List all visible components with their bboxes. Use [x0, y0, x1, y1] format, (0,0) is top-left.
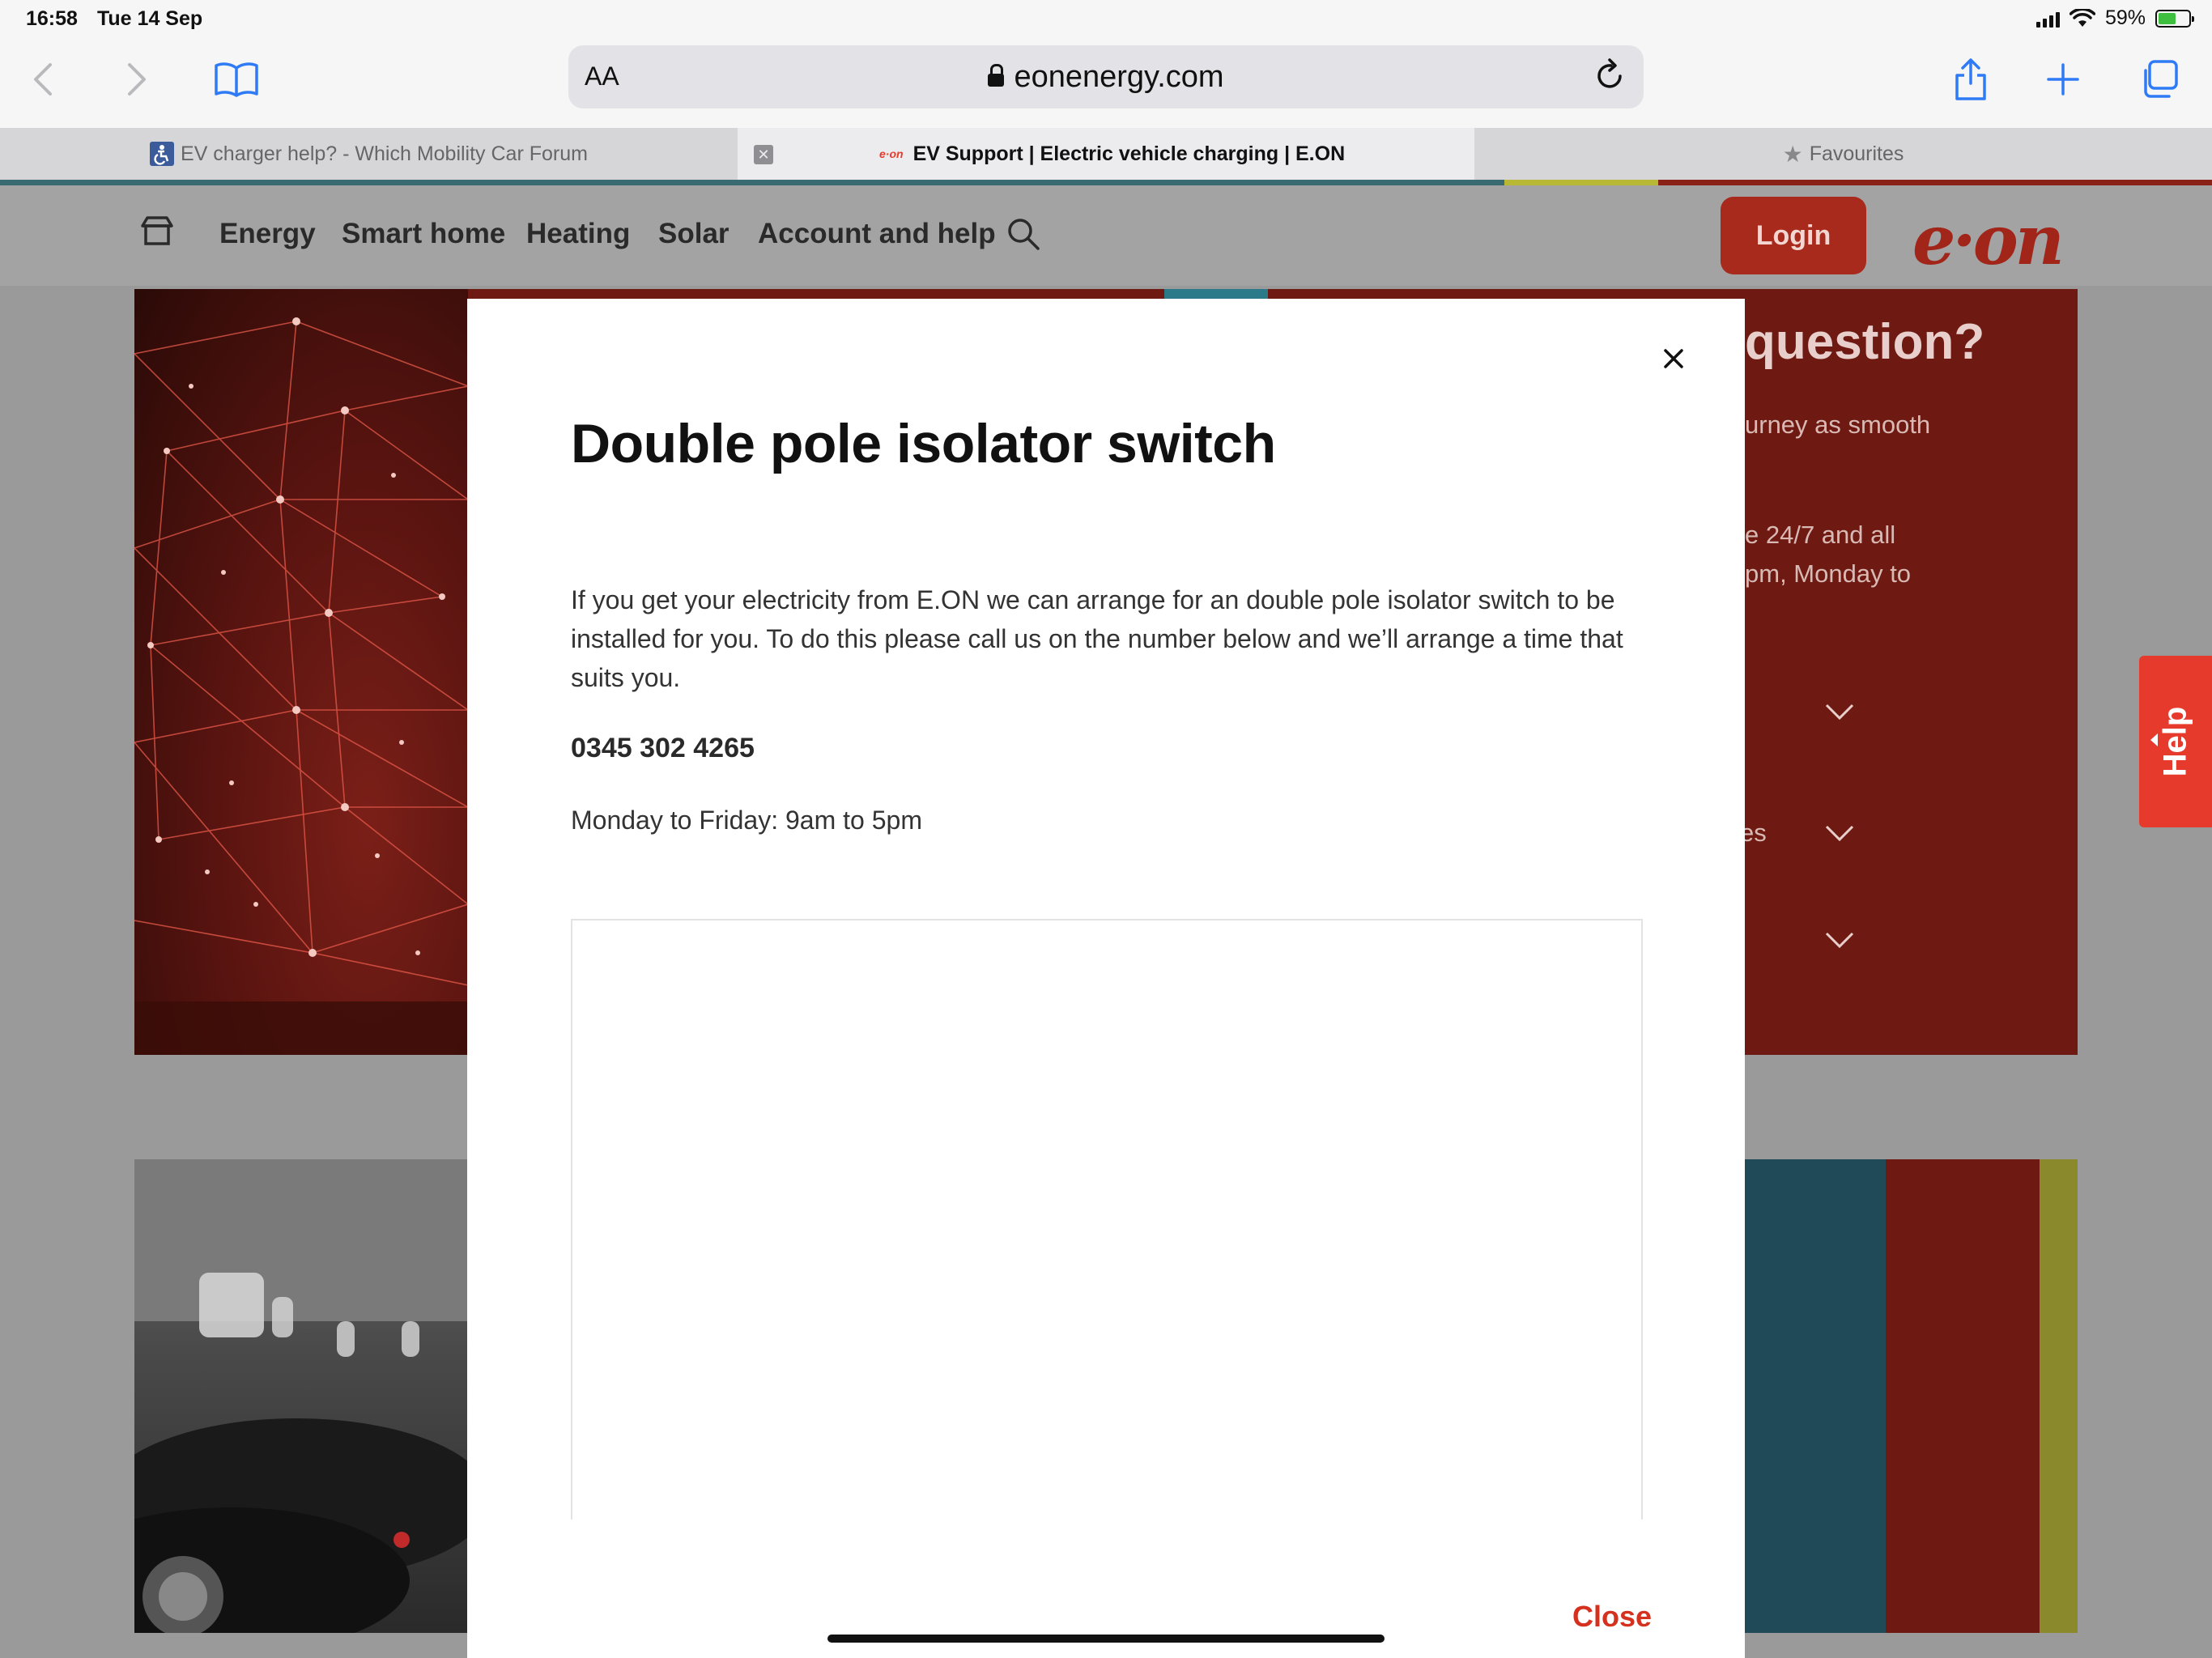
close-tab-icon[interactable]: ✕ — [754, 145, 773, 164]
battery-icon — [2155, 9, 2194, 28]
status-indicators: 59% — [2035, 6, 2194, 30]
isolator-switch-modal: Double pole isolator switch If you get y… — [467, 299, 1745, 1658]
status-time: 16:58 — [26, 7, 78, 30]
home-icon[interactable] — [136, 211, 178, 253]
forward-icon[interactable] — [110, 53, 162, 105]
search-icon[interactable] — [1004, 215, 1043, 253]
opening-hours: Monday to Friday: 9am to 5pm — [571, 806, 922, 835]
olive-block — [2040, 1159, 2078, 1633]
bookmarks-icon[interactable] — [211, 53, 262, 105]
tabs-overview-icon[interactable] — [2133, 53, 2184, 105]
accessibility-favicon-icon — [150, 142, 175, 166]
share-icon[interactable] — [1945, 53, 1997, 105]
contact-text-line: urney as smooth — [1745, 410, 1931, 439]
status-date: Tue 14 Sep — [97, 7, 203, 30]
red-block — [1886, 1159, 2040, 1633]
back-icon[interactable] — [18, 53, 70, 105]
tab-color-strip — [0, 180, 2212, 185]
tab-bar: EV charger help? - Which Mobility Car Fo… — [0, 128, 2212, 180]
nav-energy[interactable]: Energy — [219, 218, 316, 250]
chevron-down-icon[interactable] — [1823, 924, 1856, 956]
new-tab-icon[interactable] — [2037, 53, 2089, 105]
reload-icon[interactable] — [1593, 57, 1626, 100]
chevron-down-icon[interactable] — [1823, 695, 1856, 728]
contact-text-line: e 24/7 and all — [1745, 521, 1896, 549]
modal-title: Double pole isolator switch — [571, 413, 1276, 474]
nav-smart-home[interactable]: Smart home — [342, 218, 505, 250]
eon-logo[interactable]: e·on — [1912, 200, 2065, 280]
lock-icon — [988, 64, 1005, 88]
url-text: eonenergy.com — [1014, 60, 1224, 94]
site-navigation: Energy Smart home Heating Solar Account … — [0, 185, 2212, 286]
embedded-content-frame — [571, 919, 1643, 1520]
tab-title: EV charger help? - Which Mobility Car Fo… — [181, 142, 588, 165]
status-bar: 16:58 Tue 14 Sep 59% — [0, 0, 2212, 37]
nav-solar[interactable]: Solar — [658, 218, 730, 250]
help-button[interactable]: Help — [2139, 656, 2212, 827]
battery-percent: 59% — [2104, 6, 2146, 29]
nav-heating[interactable]: Heating — [526, 218, 630, 250]
cellular-signal-icon — [2035, 10, 2060, 28]
tab-title: EV Support | Electric vehicle charging |… — [912, 142, 1346, 165]
home-indicator[interactable] — [827, 1635, 1385, 1643]
modal-body-text: If you get your electricity from E.ON we… — [571, 585, 1623, 692]
close-icon[interactable] — [1656, 341, 1691, 376]
contact-text-line: pm, Monday to — [1745, 559, 1912, 588]
url-display[interactable]: eonenergy.com — [568, 60, 1644, 95]
tab-which-mobility[interactable]: EV charger help? - Which Mobility Car Fo… — [0, 128, 738, 180]
close-button[interactable]: Close — [1572, 1600, 1652, 1634]
address-bar[interactable]: AA eonenergy.com — [568, 45, 1644, 108]
teal-block — [1745, 1159, 1886, 1633]
car-park-image — [134, 1159, 468, 1633]
contact-panel: question? urney as smooth e 24/7 and all… — [1740, 289, 2078, 1055]
browser-toolbar: AA eonenergy.com — [0, 37, 2212, 128]
phone-number[interactable]: 0345 302 4265 — [571, 733, 755, 764]
help-label: Help — [2157, 706, 2193, 777]
contact-heading: question? — [1745, 314, 1985, 370]
login-button[interactable]: Login — [1721, 197, 1866, 274]
chevron-down-icon[interactable] — [1823, 817, 1856, 849]
star-icon: ★ — [1782, 141, 1803, 167]
tab-title: Favourites — [1809, 142, 1904, 165]
nav-account-and-help[interactable]: Account and help — [758, 218, 996, 250]
tab-eon-ev-support[interactable]: ✕ e·on EV Support | Electric vehicle cha… — [738, 128, 1474, 180]
wifi-icon — [2069, 8, 2095, 27]
hero-accent-strip — [1164, 289, 1268, 299]
eon-favicon-icon: e·on — [879, 147, 904, 160]
hero-network-image — [134, 289, 468, 1055]
tab-favourites[interactable]: ★ Favourites — [1474, 128, 2212, 180]
